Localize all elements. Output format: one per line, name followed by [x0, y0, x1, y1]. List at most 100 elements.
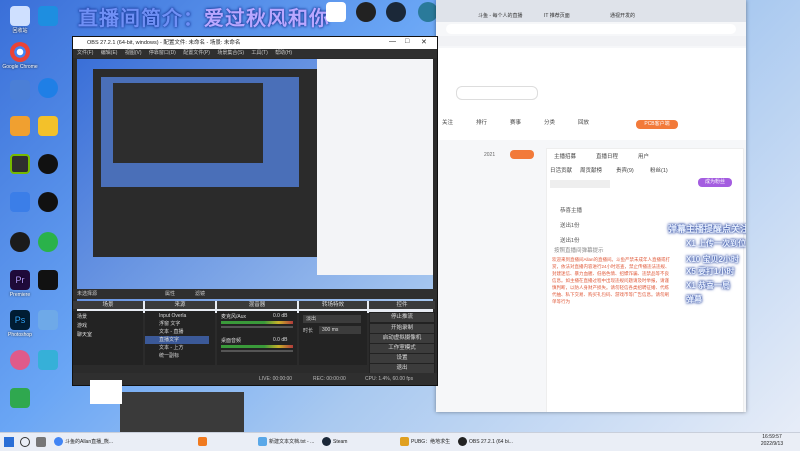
menu-item[interactable]: 帮助(H)	[275, 50, 292, 56]
dock-header-transitions: 转场特效	[299, 301, 367, 309]
source-item[interactable]: 浮窗 文字	[145, 320, 209, 328]
rank-tab[interactable]: 用户	[638, 152, 649, 160]
app-icon[interactable]	[30, 6, 66, 28]
taskbar-item[interactable]: 新建文本文档.txt - ...	[258, 435, 314, 449]
app-icon[interactable]	[30, 78, 66, 100]
rank-header	[550, 180, 610, 188]
close-icon[interactable]: ✕	[421, 38, 427, 46]
stop-streaming-button[interactable]: 停止推流	[369, 312, 435, 323]
follow-button[interactable]	[510, 150, 534, 159]
taskbar-item[interactable]: Steam	[322, 435, 347, 449]
source-item[interactable]: 直播文字	[145, 336, 209, 344]
browser-tab[interactable]: IT 推荐页面	[544, 12, 604, 21]
overlay-line: X1 恭喜一局	[686, 281, 731, 290]
menu-item[interactable]: 配置文件(P)	[183, 50, 210, 56]
rank-tab[interactable]: 直播日程	[596, 152, 618, 160]
filters-button[interactable]: 滤镜	[195, 289, 205, 299]
nav-item[interactable]: 关注	[442, 118, 453, 126]
search-input[interactable]	[456, 86, 538, 100]
properties-button[interactable]: 属性	[165, 289, 175, 299]
floating-keyboard-window	[120, 392, 244, 432]
source-item[interactable]: Input Overla	[145, 312, 209, 320]
menu-item[interactable]: 停靠窗口(D)	[149, 50, 176, 56]
nav-item[interactable]: 赛事	[510, 118, 521, 126]
taskbar-label: 新建文本文档.txt - ...	[269, 439, 315, 445]
app-icon	[198, 437, 207, 447]
obs-icon	[458, 437, 467, 447]
banner-left: 直播间简介：	[78, 8, 204, 30]
nav-item[interactable]: 回放	[578, 118, 589, 126]
app-icon[interactable]	[2, 388, 38, 410]
overlay-line: X1 上传一次到位	[686, 239, 746, 248]
mixer-channel-name: 桌面音频	[221, 338, 242, 344]
taskview-icon[interactable]	[36, 437, 46, 447]
room-tab[interactable]: 日活贡献	[550, 166, 572, 174]
address-bar[interactable]	[446, 24, 736, 34]
taskbar-item[interactable]: OBS 27.2.1 (64 bi...	[458, 435, 513, 449]
qq-icon[interactable]	[30, 192, 66, 214]
steam-icon[interactable]	[378, 2, 414, 24]
browser-tab[interactable]: 通视开发的	[610, 12, 670, 21]
app-icon[interactable]	[30, 310, 66, 332]
live-status: LIVE: 00:00:00	[259, 376, 293, 382]
start-icon[interactable]	[4, 437, 14, 447]
duration-input[interactable]: 300 ms	[319, 326, 361, 334]
taskbar-item[interactable]: 斗鱼的Allan直播_熊...	[54, 435, 113, 449]
steam-icon	[322, 437, 331, 447]
app-icon[interactable]	[30, 270, 66, 292]
preview-browser	[317, 59, 433, 275]
nav-icons: 关注 排行 赛事 分类 回放	[442, 118, 742, 130]
volume-slider[interactable]	[221, 350, 293, 352]
source-item[interactable]: 统一副标	[145, 352, 209, 360]
source-item[interactable]: 文本 - 上方	[145, 344, 209, 352]
nav-item[interactable]: 分类	[544, 118, 555, 126]
volume-slider[interactable]	[221, 326, 293, 328]
taskbar-label: 斗鱼的Allan直播_熊...	[65, 439, 114, 445]
menu-item[interactable]: 场景集合(S)	[217, 50, 244, 56]
app-icon[interactable]	[30, 350, 66, 372]
obs-window: OBS 27.2.1 (64-bit, windows) - 配置文件: 未命名…	[72, 36, 438, 386]
obs-statusbar: LIVE: 00:00:00 REC: 00:00:00 CPU: 1.4%, …	[73, 373, 437, 385]
nav-item[interactable]: 排行	[476, 118, 487, 126]
scenes-list: 场景 游戏 聊天室	[73, 311, 143, 365]
dock-header-scenes: 场景	[73, 301, 143, 309]
menu-item[interactable]: 工具(T)	[251, 50, 267, 56]
taskbar-item[interactable]	[198, 435, 209, 449]
room-tab[interactable]: 周贡献榜	[580, 166, 602, 174]
live-badge[interactable]: PCB客户端	[636, 120, 678, 129]
desktop-icon-label: Premiere	[9, 292, 31, 298]
chrome-icon[interactable]: Google Chrome	[2, 42, 38, 70]
room-tab[interactable]: 粉丝(1)	[650, 166, 668, 174]
rank-item: 送出1份	[560, 238, 580, 244]
maximize-icon[interactable]: □	[405, 38, 409, 45]
menu-item[interactable]: 视图(V)	[125, 50, 142, 56]
menu-item[interactable]: 编辑(E)	[101, 50, 118, 56]
minimize-icon[interactable]: —	[389, 38, 396, 45]
transition-select[interactable]: 淡出	[303, 315, 361, 323]
app-icon[interactable]	[30, 116, 66, 138]
audio-mixer: 麦克风/Aux 0.0 dB 桌面音频 0.0 dB	[217, 311, 297, 365]
source-item[interactable]: 文本 - 直播	[145, 328, 209, 336]
room-tab[interactable]: 贵宾(9)	[616, 166, 634, 174]
wechat-icon[interactable]	[30, 232, 66, 254]
overlay-line: 弹幕主播提醒点关注	[668, 224, 746, 234]
scene-item[interactable]: 场景	[73, 313, 137, 321]
scene-item[interactable]: 聊天室	[73, 331, 137, 339]
browser-tab[interactable]: 斗鱼 - 每个人的直播	[478, 12, 538, 21]
taskbar-item[interactable]: PUBG：绝地求生	[400, 435, 450, 449]
preview-canvas[interactable]	[77, 59, 433, 313]
taskbar-label: OBS 27.2.1 (64 bi...	[469, 439, 513, 445]
room-area	[436, 144, 536, 412]
app-icon[interactable]	[30, 154, 66, 176]
tray-clock[interactable]: 16:59:57 2022/9/13	[748, 434, 796, 448]
scene-item[interactable]: 游戏	[73, 322, 137, 330]
notice-head: 按照直播间弹幕提示	[554, 248, 604, 254]
obs-menubar: 文件(F) 编辑(E) 视图(V) 停靠窗口(D) 配置文件(P) 场景集合(S…	[73, 49, 437, 58]
clock-date: 2022/9/13	[760, 441, 784, 447]
fans-button[interactable]: 成为粉丝	[698, 178, 732, 187]
mixer-channel-value: 0.0 dB	[273, 337, 288, 343]
window-controls: — □ ✕	[385, 38, 435, 48]
menu-item[interactable]: 文件(F)	[77, 50, 93, 56]
rank-tab[interactable]: 主播招募	[554, 152, 576, 160]
search-icon[interactable]	[20, 437, 30, 447]
